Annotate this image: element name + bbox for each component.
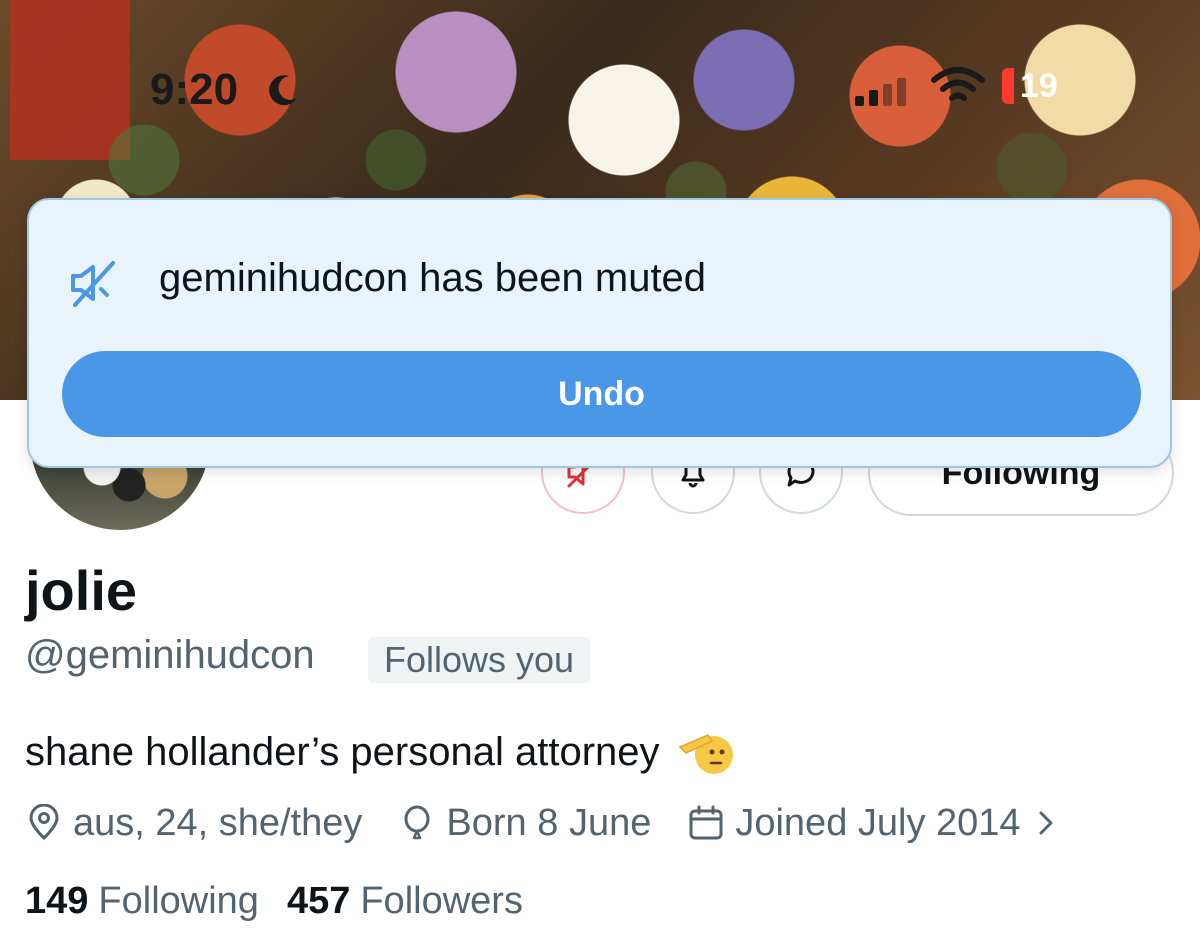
battery-level: [1002, 68, 1014, 104]
moon-icon: [269, 75, 297, 106]
undo-button[interactable]: Undo: [62, 351, 1141, 437]
follow-counts: 149 Following 457 Followers: [25, 880, 551, 923]
followers-count-link[interactable]: 457 Followers: [287, 880, 523, 923]
location-text: aus, 24, she/they: [73, 801, 363, 844]
birthday-text: Born 8 June: [446, 801, 652, 844]
birthday-item: Born 8 June: [398, 802, 651, 845]
following-count-link[interactable]: 149 Following: [25, 880, 259, 923]
location-icon: [29, 804, 59, 841]
handle: @geminihudcon: [25, 633, 315, 677]
followers-count: 457: [286, 880, 351, 922]
display-name: jolie: [25, 559, 138, 622]
bio-text: shane hollander’s personal attorney: [25, 729, 660, 774]
balloon-icon: [404, 805, 430, 840]
joined-text[interactable]: Joined July 2014: [735, 802, 1020, 845]
mute-icon: [71, 261, 115, 307]
battery-percent: 19: [1020, 66, 1058, 105]
battery-indicator: 19: [1002, 66, 1058, 106]
following-count: 149: [25, 880, 89, 922]
profile-meta: aus, 24, she/they Born 8 June Joined Jul…: [25, 800, 1067, 846]
salute-emoji-icon: [678, 734, 733, 774]
bio: shane hollander’s personal attorney: [25, 727, 734, 777]
followers-label: Followers: [360, 880, 523, 922]
muted-toast: geminihudcon has been muted Undo: [27, 198, 1172, 468]
follows-you-badge: Follows you: [368, 637, 591, 683]
joined-item[interactable]: Joined July 2014: [687, 802, 1021, 845]
following-label: Following: [98, 880, 259, 922]
signal-icon: [855, 78, 906, 106]
toast-message: geminihudcon has been muted: [159, 256, 707, 300]
calendar-icon: [689, 805, 723, 840]
location-item: aus, 24, she/they: [25, 802, 362, 845]
status-bar: 9:20 19: [0, 0, 1200, 130]
status-time: 9:20: [150, 65, 239, 114]
chevron-right-icon[interactable]: [1035, 808, 1057, 838]
wifi-icon: [931, 67, 985, 101]
